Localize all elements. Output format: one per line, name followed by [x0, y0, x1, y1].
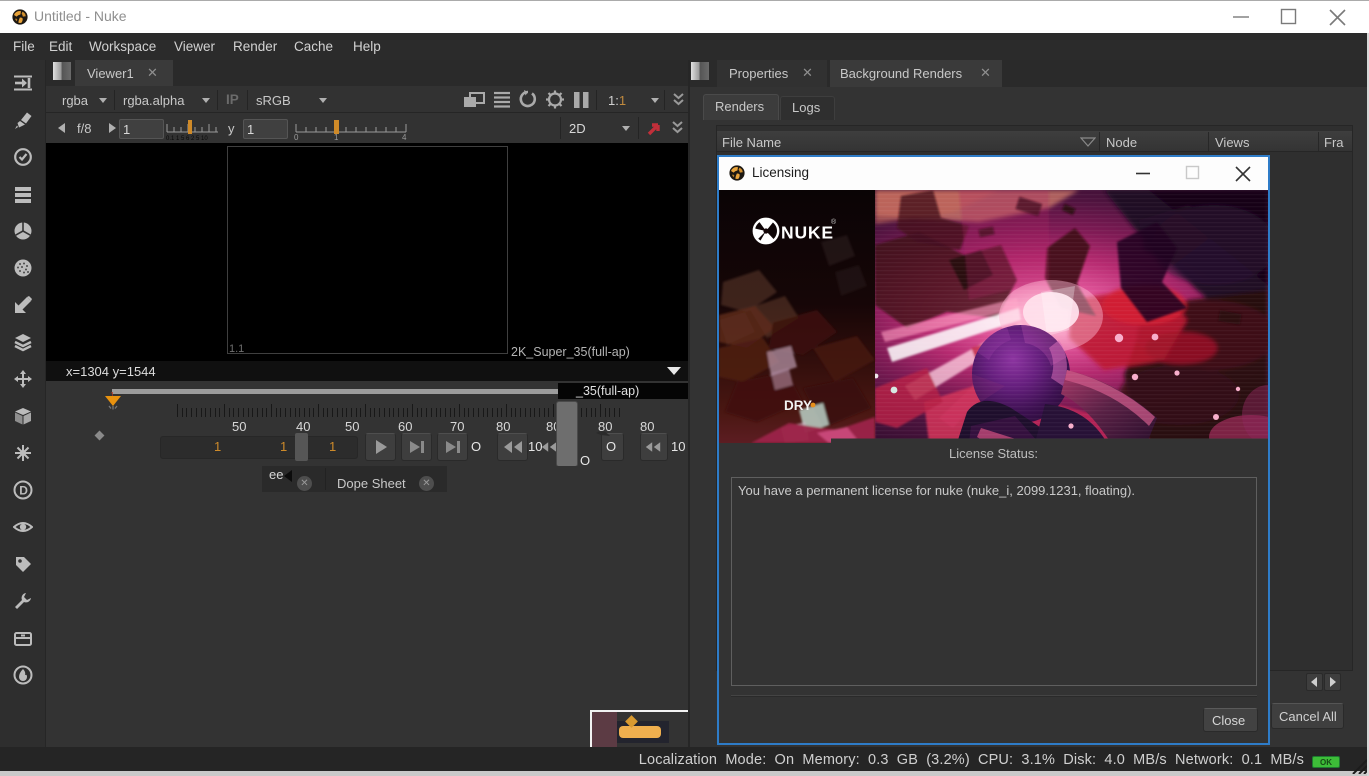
- svg-text:0.1 1 5 6 2 5 10: 0.1 1 5 6 2 5 10: [166, 136, 208, 141]
- svg-text:4: 4: [402, 133, 407, 141]
- svg-text:DRY: DRY: [784, 398, 812, 413]
- svg-text:1: 1: [334, 133, 339, 141]
- svg-text:®: ®: [831, 218, 837, 226]
- svg-text:0: 0: [294, 133, 299, 141]
- svg-text:NUKE: NUKE: [781, 223, 834, 243]
- svg-text:D: D: [19, 484, 28, 498]
